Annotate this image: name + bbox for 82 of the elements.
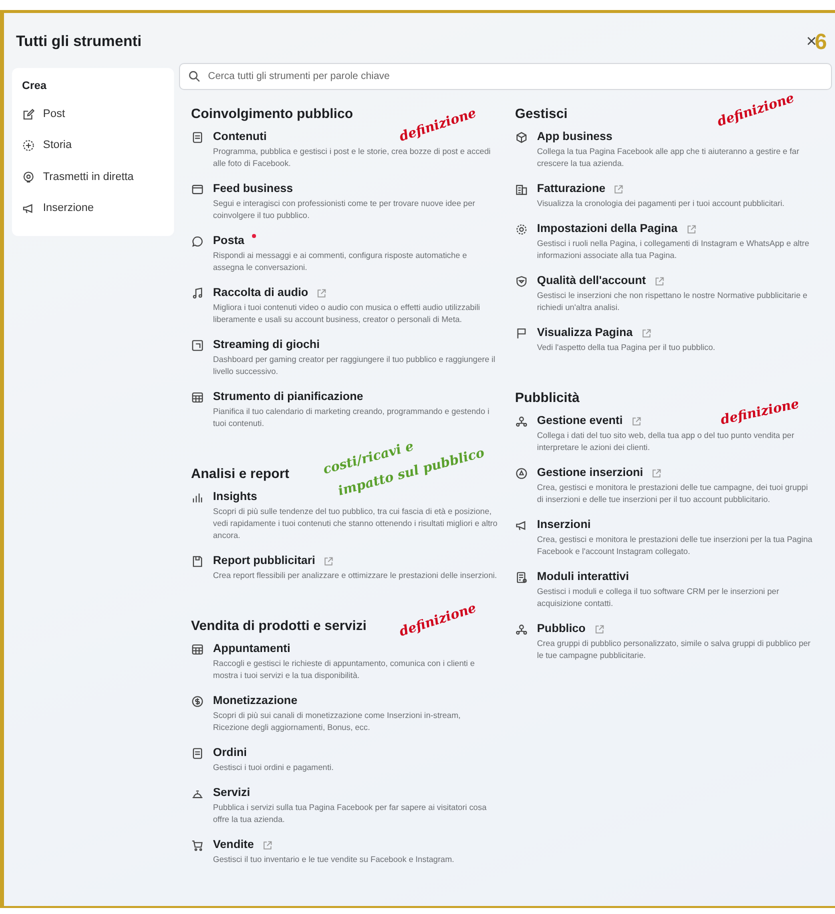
tool-link[interactable]: Moduli interattivi: [537, 571, 629, 583]
tool-description: Rispondi ai messaggi e ai commenti, configura risposte automatiche e assegna le conversazioni.: [213, 250, 468, 274]
tool-description: Visualizza la cronologia dei pagamenti per i tuoi account pubblicitari.: [537, 198, 786, 210]
tool-link[interactable]: Feed business: [213, 183, 293, 195]
tool-link[interactable]: Streaming di giochi: [213, 339, 320, 351]
music-icon: [191, 287, 204, 300]
report-icon: [191, 555, 204, 568]
sidebar-heading: Crea: [22, 80, 48, 92]
page-number: 6: [814, 28, 827, 54]
chart-icon: [191, 491, 204, 504]
tool-description: Segui e interagisci con professionisti come te per trovare nuove idee per coinvolgere il tuo pubblico.: [213, 198, 476, 222]
gear-icon: [515, 223, 528, 236]
tool-description: Programma, pubblica e gestisci i post e le storie, crea bozze di post e accedi alle foto di Facebook.: [213, 146, 492, 170]
section-heading: Vendita di prodotti e servizi: [191, 618, 367, 633]
doc-icon: [191, 131, 204, 144]
tool-description: Pubblica i servizi sulla tua Pagina Facebook per far sapere ai visitatori cosa offre la tua azienda.: [213, 802, 488, 826]
pencil-icon: [22, 108, 35, 121]
search-field[interactable]: Cerca tutti gli strumenti per parole chiave: [179, 63, 832, 90]
feed-icon: [191, 183, 204, 196]
tool-link[interactable]: Strumento di pianificazione: [213, 391, 364, 403]
cube-icon: [515, 131, 528, 144]
tool-description: Scopri di più sui canali di monetizzazione come Inserzioni in-stream, Ricezione degli aggiornamenti, Bonus, ecc.: [213, 710, 462, 734]
tool-link[interactable]: Qualità dell'account: [537, 275, 646, 287]
tool-description: Gestisci i tuoi ordini e pagamenti.: [213, 762, 335, 774]
tool-link[interactable]: Contenuti: [213, 131, 267, 143]
tool-link[interactable]: Ordini: [213, 747, 247, 759]
tool-description: Gestisci i moduli e collega il tuo software CRM per le inserzioni per acquisizione contatti.: [537, 586, 780, 610]
dollar-icon: [191, 695, 204, 708]
tool-link[interactable]: Raccolta di audio: [213, 287, 308, 299]
sidebar-item[interactable]: Storia: [22, 130, 164, 161]
tool-link[interactable]: Gestione eventi: [537, 415, 623, 427]
section-heading: Analisi e report: [191, 466, 290, 481]
tool-description: Pianifica il tuo calendario di marketing creando, programmando e gestendo i tuoi contenuti.: [213, 406, 490, 430]
tool-link[interactable]: Pubblico: [537, 623, 586, 635]
tool-description: Crea gruppi di pubblico personalizzato, simile o salva gruppi di pubblico per le tue campagne pubblicitarie.: [537, 638, 812, 662]
sidebar-item[interactable]: Trasmetti in diretta: [22, 161, 164, 192]
flag-icon: [515, 327, 528, 340]
tool-description: Gestisci il tuo inventario e le tue vendite su Facebook e Instagram.: [213, 854, 456, 866]
section-heading: Coinvolgimento pubblico: [191, 106, 353, 121]
cart-icon: [191, 839, 204, 852]
tool-link[interactable]: Inserzioni: [537, 519, 591, 531]
calendar-icon: [191, 391, 204, 404]
section-heading: Pubblicità: [515, 390, 580, 405]
tool-link[interactable]: Servizi: [213, 787, 250, 799]
form-icon: [515, 571, 528, 584]
building-icon: [515, 183, 528, 196]
shield-icon: [515, 275, 528, 288]
tool-description: Dashboard per gaming creator per raggiungere il tuo pubblico e raggiungere il livello successivo.: [213, 354, 496, 378]
tool-link[interactable]: Posta: [213, 235, 244, 247]
tool-link[interactable]: Report pubblicitari: [213, 555, 316, 567]
sidebar-item[interactable]: Post: [22, 98, 164, 130]
tool-link[interactable]: Insights: [213, 491, 258, 503]
tool-link[interactable]: Impostazioni della Pagina: [537, 223, 678, 235]
tool-link[interactable]: Visualizza Pagina: [537, 327, 633, 339]
tool-description: Collega i dati del tuo sito web, della tua app o del tuo punto vendita per interpretare le azioni dei clienti.: [537, 430, 796, 454]
tool-description: Gestisci i ruoli nella Pagina, i collegamenti di Instagram e WhatsApp e altre informazioni associate alla tua Pagina.: [537, 238, 810, 262]
tool-description: Migliora i tuoi contenuti video o audio con musica o effetti audio utilizzabili liberamente e usali su account business, creator o personali di Meta.: [213, 302, 482, 326]
tool-link[interactable]: Appuntamenti: [213, 643, 290, 655]
tool-description: Crea, gestisci e monitora le prestazioni delle tue campagne, dei tuoi gruppi di inserzioni e delle tue inserzioni per il tuo account pubblicitario.: [537, 482, 809, 506]
tool-link[interactable]: App business: [537, 131, 612, 143]
tool-description: Collega la tua Pagina Facebook alle app che ti aiuteranno a gestire e far crescere la tua azienda.: [537, 146, 800, 170]
calendar-icon: [191, 643, 204, 656]
tool-description: Scopri di più sulle tendenze del tuo pubblico, tra cui fascia di età e posizione, vedi rapidamente i tuoi contenuti che stanno ottenendo i risultati migliori e altro ancora.: [213, 506, 498, 542]
bubble-icon: [191, 235, 204, 248]
tool-link[interactable]: Gestione inserzioni: [537, 467, 644, 479]
tool-description: Crea report flessibili per analizzare e ottimizzare le prestazioni delle inserzioni.: [213, 570, 498, 582]
tool-description: Raccogli e gestisci le richieste di appuntamento, comunica con i clienti e mostra i tuoi servizi e la tua disponibilità.: [213, 658, 476, 682]
tool-link[interactable]: Fatturazione: [537, 183, 606, 195]
section-heading: Gestisci: [515, 106, 568, 121]
doc-icon: [191, 747, 204, 760]
tool-description: Crea, gestisci e monitora le prestazioni delle tue inserzioni per la tua Pagina Facebook e l'account Instagram collegato.: [537, 534, 814, 558]
tool-description: Gestisci le inserzioni che non rispettano le nostre Normative pubblicitarie e richiedi un'altra analisi.: [537, 290, 808, 314]
plus-icon: [22, 139, 35, 152]
tool-link[interactable]: Vendite: [213, 839, 254, 851]
close-button[interactable]: ×: [806, 31, 817, 52]
sidebar-item[interactable]: Inserzione: [22, 192, 164, 224]
window-title: Tutti gli strumenti: [16, 33, 143, 50]
search-icon: [188, 70, 201, 83]
megaphone-icon: [22, 202, 35, 216]
megaphone-icon: [515, 519, 528, 532]
tool-link[interactable]: Monetizzazione: [213, 695, 298, 707]
tool-description: Vedi l'aspetto della tua Pagina per il tuo pubblico.: [537, 342, 716, 354]
